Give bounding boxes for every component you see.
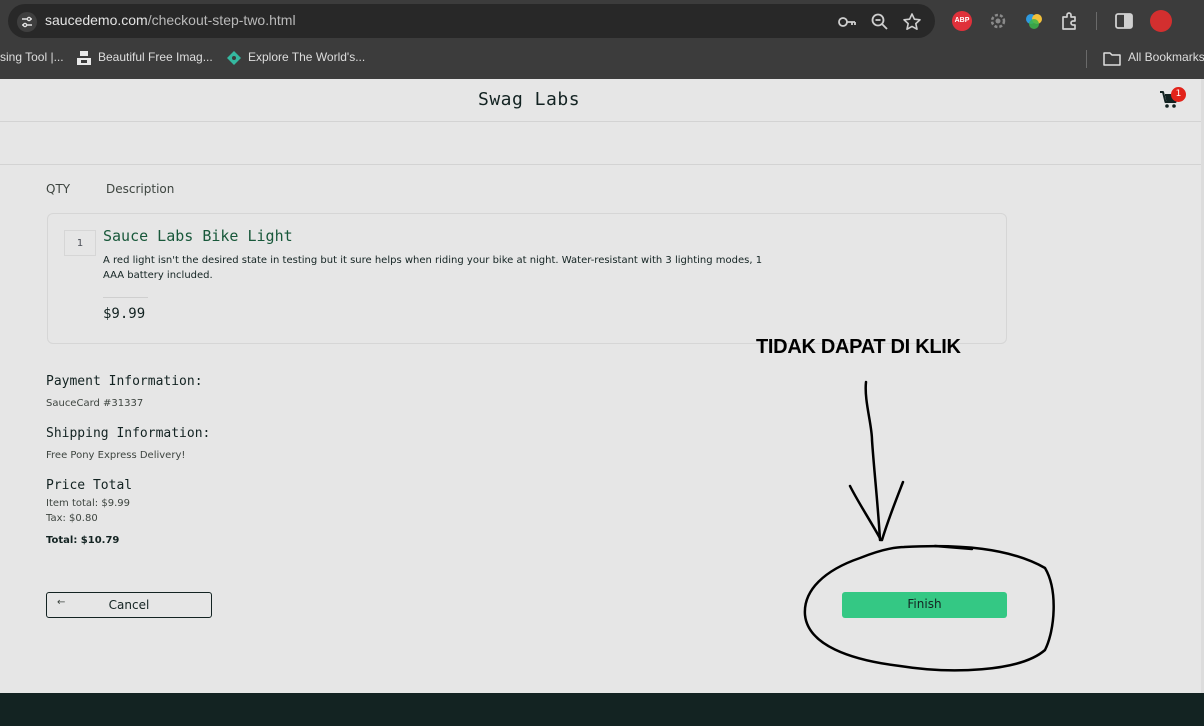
site-settings-icon[interactable] bbox=[17, 12, 37, 32]
tag-icon bbox=[227, 51, 241, 65]
item-quantity: 1 bbox=[64, 230, 96, 256]
cart-item: 1 Sauce Labs Bike Light A red light isn'… bbox=[47, 213, 1007, 344]
app-logo: Swag Labs bbox=[478, 89, 581, 110]
all-bookmarks-link[interactable]: All Bookmarks bbox=[1128, 50, 1204, 64]
url-text[interactable]: saucedemo.com/checkout-step-two.html bbox=[45, 12, 296, 28]
key-icon[interactable] bbox=[837, 12, 857, 32]
side-panel-icon[interactable] bbox=[1113, 10, 1135, 32]
item-name-link[interactable]: Sauce Labs Bike Light bbox=[103, 227, 293, 245]
payment-info-label: Payment Information: bbox=[46, 374, 203, 389]
address-bar[interactable]: saucedemo.com/checkout-step-two.html bbox=[8, 4, 935, 38]
finish-button-label: Finish bbox=[907, 597, 942, 611]
bookmark-item[interactable]: sing Tool |... bbox=[0, 50, 64, 64]
cart-badge: 1 bbox=[1171, 87, 1186, 102]
finish-button[interactable]: Finish bbox=[842, 592, 1007, 618]
payment-info-value: SauceCard #31337 bbox=[46, 398, 144, 409]
tax-value: Tax: $0.80 bbox=[46, 513, 98, 524]
bookmark-item[interactable]: Explore The World's... bbox=[248, 50, 365, 64]
annotation-label: TIDAK DAPAT DI KLIK bbox=[756, 336, 961, 358]
bookmarks-divider bbox=[1086, 50, 1087, 68]
item-price: $9.99 bbox=[103, 306, 146, 322]
cancel-button[interactable]: ← Cancel bbox=[46, 592, 212, 618]
toolbar-divider bbox=[1096, 12, 1097, 30]
page-content: Swag Labs 1 QTY Description 1 Sauce Labs… bbox=[0, 79, 1204, 693]
bookmarks-bar: sing Tool |... Beautiful Free Imag... Ex… bbox=[0, 44, 1204, 72]
price-total-label: Price Total bbox=[46, 478, 133, 493]
settings-extension-icon[interactable] bbox=[987, 10, 1009, 32]
folder-icon bbox=[1103, 52, 1121, 66]
unsplash-icon bbox=[77, 51, 91, 65]
shipping-info-value: Free Pony Express Delivery! bbox=[46, 450, 186, 461]
secondary-header bbox=[0, 122, 1204, 165]
extensions-puzzle-icon[interactable] bbox=[1059, 10, 1081, 32]
bookmark-star-icon[interactable] bbox=[902, 12, 922, 32]
shipping-info-label: Shipping Information: bbox=[46, 426, 211, 441]
description-column-header: Description bbox=[106, 182, 175, 196]
adblock-extension-icon[interactable]: ABP bbox=[952, 11, 972, 31]
item-divider bbox=[103, 297, 148, 298]
zoom-icon[interactable] bbox=[870, 12, 890, 32]
color-extension-icon[interactable] bbox=[1023, 10, 1045, 32]
primary-header: Swag Labs 1 bbox=[0, 79, 1204, 122]
qty-column-header: QTY bbox=[46, 182, 71, 196]
item-description: A red light isn't the desired state in t… bbox=[103, 255, 763, 281]
url-path: /checkout-step-two.html bbox=[147, 12, 296, 28]
profile-avatar[interactable] bbox=[1150, 10, 1172, 32]
bookmark-item[interactable]: Beautiful Free Imag... bbox=[98, 50, 213, 64]
url-host: saucedemo.com bbox=[45, 12, 148, 28]
item-total: Item total: $9.99 bbox=[46, 498, 130, 509]
total-value: Total: $10.79 bbox=[46, 535, 120, 546]
page-footer bbox=[0, 693, 1204, 726]
browser-chrome: saucedemo.com/checkout-step-two.html ABP… bbox=[0, 0, 1204, 79]
cancel-button-label: Cancel bbox=[108, 598, 150, 612]
